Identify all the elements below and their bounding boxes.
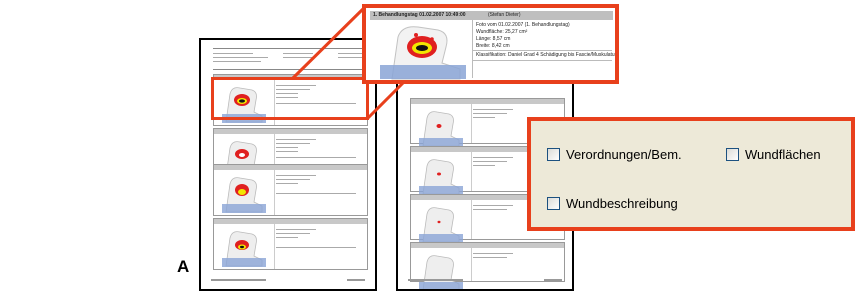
entry-thumbnail bbox=[213, 164, 368, 216]
foot-wound-icon bbox=[380, 26, 466, 80]
print-options-panel: Verordnungen/Bem. Wundflächen Wundbeschr… bbox=[527, 117, 855, 231]
page-footer bbox=[211, 277, 365, 283]
option-wundflaechen[interactable]: Wundflächen bbox=[726, 147, 821, 162]
option-label: Wundbeschreibung bbox=[566, 196, 678, 211]
foot-wound-icon bbox=[419, 207, 463, 243]
report-page-left bbox=[199, 38, 377, 291]
foot-wound-icon bbox=[222, 177, 266, 213]
zoom-title-left: 1. Behandlungstag 01.02.2007 10:49:00 bbox=[373, 12, 466, 18]
info-line: Länge: 8,57 cm bbox=[476, 36, 511, 42]
zoomed-entry: 1. Behandlungstag 01.02.2007 10:49:00 (S… bbox=[362, 4, 619, 84]
info-line: Breite: 8,42 cm bbox=[476, 43, 510, 49]
option-verordnungen[interactable]: Verordnungen/Bem. bbox=[547, 147, 682, 162]
foot-wound-icon bbox=[419, 159, 463, 195]
checkbox-verordnungen[interactable] bbox=[547, 148, 560, 161]
info-line: Wundfläche: 25,27 cm² bbox=[476, 29, 528, 35]
option-label: Verordnungen/Bem. bbox=[566, 147, 682, 162]
foot-wound-icon bbox=[419, 111, 463, 147]
zoom-info: Foto vom 01.02.2007 (1. Behandlungstag) … bbox=[476, 22, 570, 50]
page-footer bbox=[408, 277, 562, 283]
zoom-title-bar: 1. Behandlungstag 01.02.2007 10:49:00 (S… bbox=[370, 11, 613, 20]
highlight-frame bbox=[211, 77, 369, 120]
entry-thumbnail bbox=[213, 218, 368, 270]
zoom-classification: Klassifikation: Daniel Grad 4 Schädigung… bbox=[476, 52, 617, 58]
info-line: Foto vom 01.02.2007 (1. Behandlungstag) bbox=[476, 22, 570, 28]
foot-wound-icon bbox=[419, 255, 463, 289]
page-header bbox=[213, 48, 365, 70]
panel-label: A bbox=[177, 257, 190, 276]
zoom-title-right: (Stefan Dieter) bbox=[488, 12, 521, 18]
checkbox-wundbeschreibung[interactable] bbox=[547, 197, 560, 210]
foot-wound-icon bbox=[222, 231, 266, 267]
entry-thumbnail bbox=[410, 242, 565, 289]
checkbox-wundflaechen[interactable] bbox=[726, 148, 739, 161]
option-label: Wundflächen bbox=[745, 147, 821, 162]
option-wundbeschreibung[interactable]: Wundbeschreibung bbox=[547, 196, 678, 211]
